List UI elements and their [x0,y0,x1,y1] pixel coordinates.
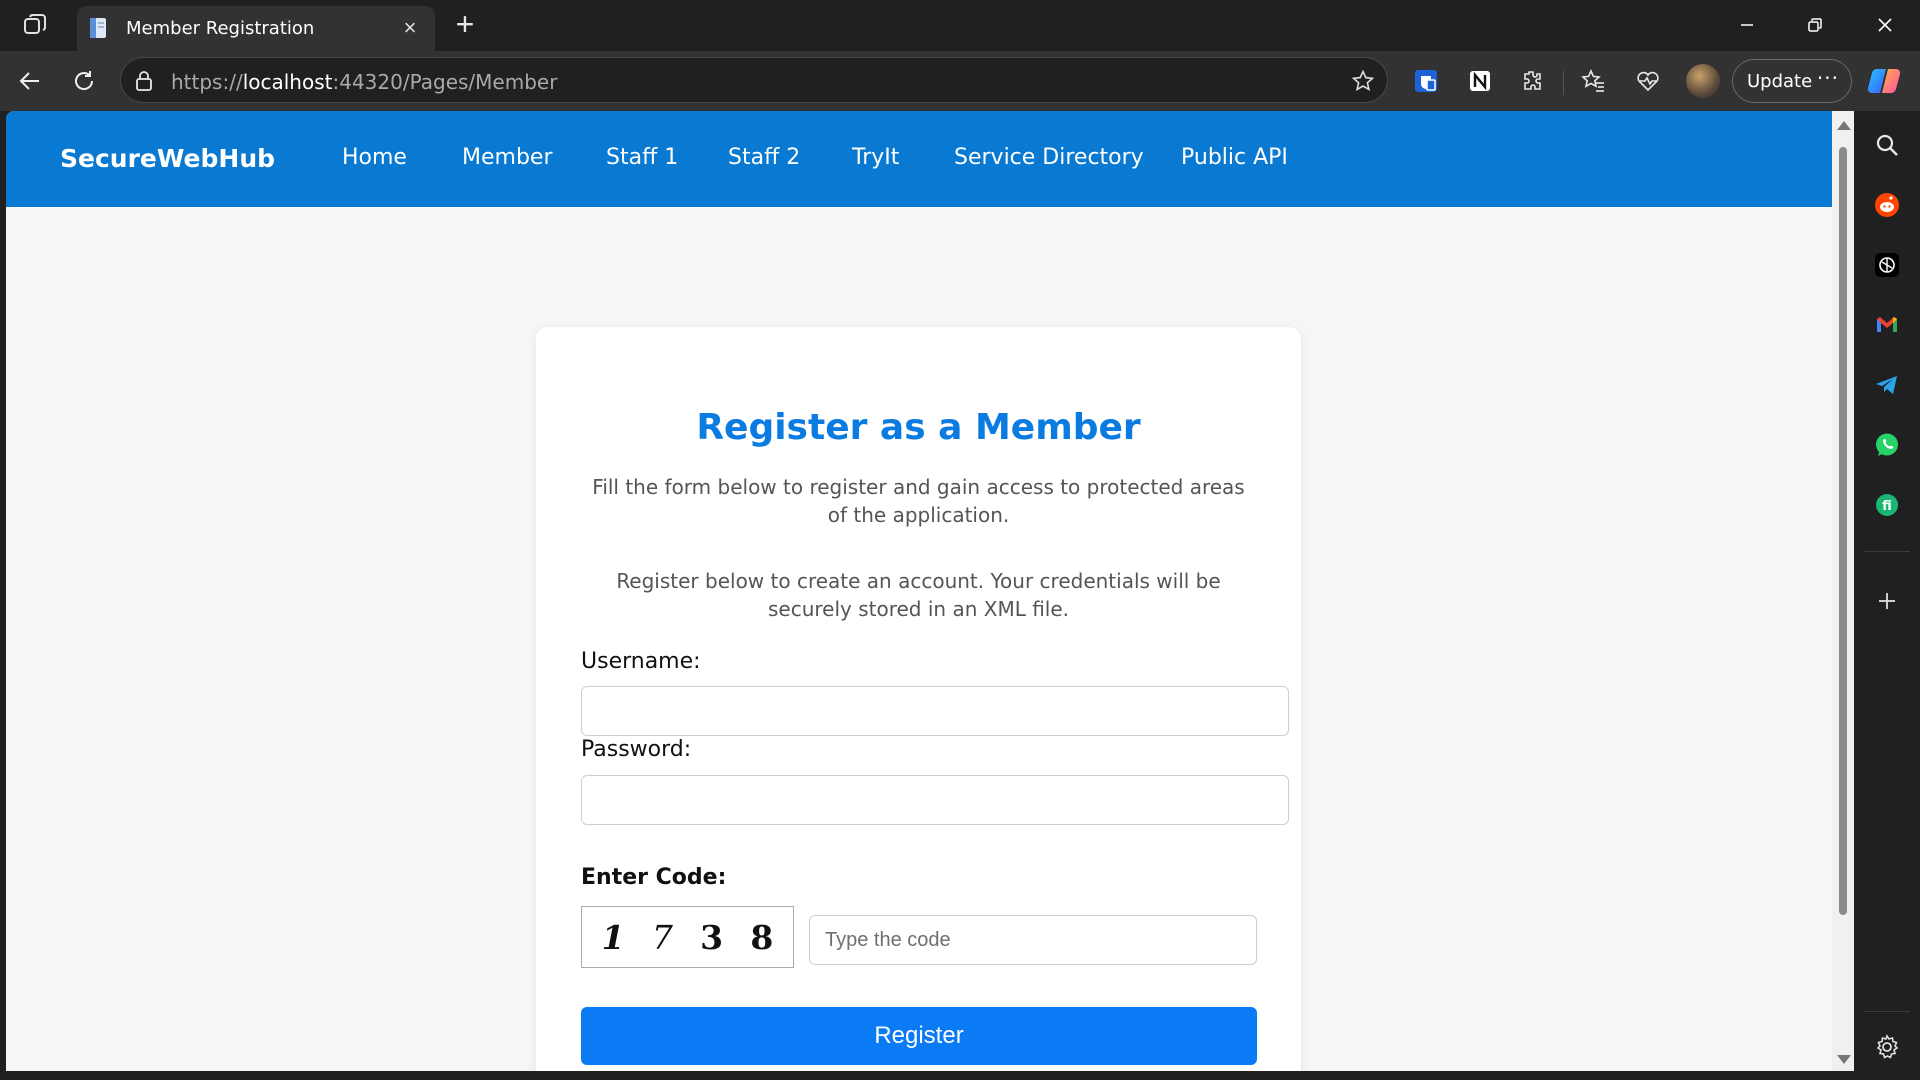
svg-text:fi: fi [1882,499,1892,514]
nav-service-directory[interactable]: Service Directory [954,145,1144,170]
username-input[interactable] [581,686,1289,736]
captcha-digit: 1 [601,917,625,957]
search-icon[interactable] [1871,129,1903,161]
extensions-icon[interactable] [1516,65,1548,97]
close-window-icon[interactable] [1862,6,1908,44]
captcha-image: 1 7 3 8 [581,906,794,968]
copilot-icon[interactable] [1866,63,1902,99]
captcha-digit: 3 [700,917,724,957]
nav-member[interactable]: Member [462,145,553,170]
minimize-icon[interactable] [1724,6,1770,44]
register-button[interactable]: Register [581,1007,1257,1065]
back-icon[interactable] [14,65,46,97]
page-scrollbar[interactable] [1832,111,1854,1071]
nav-home[interactable]: Home [342,145,407,170]
browser-toolbar: https://localhost:44320/Pages/Member Upd… [0,51,1920,111]
nav-staff-2[interactable]: Staff 2 [728,145,800,170]
page-title: Register as a Member [696,407,1141,448]
password-manager-icon[interactable] [1410,65,1442,97]
window-bottom-edge [0,1071,1854,1080]
password-input[interactable] [581,775,1289,825]
captcha-digit: 7 [651,917,673,957]
captcha-digit: 8 [750,917,774,957]
site-navbar: SecureWebHub Home Member Staff 1 Staff 2… [6,111,1832,207]
address-bar[interactable]: https://localhost:44320/Pages/Member [120,57,1388,103]
page-icon [87,16,111,40]
restore-icon[interactable] [1792,6,1838,44]
username-label: Username: [581,649,701,674]
favorites-icon[interactable] [1578,65,1610,97]
captcha-input[interactable] [809,915,1257,965]
nav-staff-1[interactable]: Staff 1 [606,145,678,170]
favorite-star-icon[interactable] [1351,69,1375,93]
more-options-icon[interactable]: ··· [1817,66,1839,90]
refresh-icon[interactable] [68,65,100,97]
fi-app-icon[interactable]: fi [1871,489,1903,521]
new-tab-icon[interactable]: + [450,8,480,40]
site-brand[interactable]: SecureWebHub [60,144,275,173]
add-sidebar-app-icon[interactable] [1871,585,1903,617]
registration-card: Register as a Member Fill the form below… [536,327,1301,1071]
storage-note: Register below to create an account. You… [616,569,1221,621]
whatsapp-icon[interactable] [1871,429,1903,461]
gmail-icon[interactable] [1871,309,1903,341]
code-label: Enter Code: [581,865,727,890]
settings-gear-icon[interactable] [1871,1031,1903,1063]
notion-icon[interactable] [1464,65,1496,97]
browser-sidebar: fi [1854,111,1920,1080]
form-description: Fill the form below to register and gain… [592,475,1245,527]
nav-public-api[interactable]: Public API [1181,145,1288,170]
browser-essentials-icon[interactable] [1632,65,1664,97]
scroll-up-icon[interactable] [1837,121,1851,130]
workspaces-icon[interactable] [20,10,50,40]
chatgpt-icon[interactable] [1871,249,1903,281]
nav-tryit[interactable]: TryIt [852,145,899,170]
close-tab-icon[interactable]: × [399,17,421,39]
tab-title: Member Registration [126,18,315,39]
browser-tab[interactable]: Member Registration × [77,6,435,51]
browser-titlebar: Member Registration × + [0,0,1920,51]
telegram-icon[interactable] [1871,369,1903,401]
update-button[interactable]: Update ··· [1732,59,1852,103]
url-text[interactable]: https://localhost:44320/Pages/Member [171,70,557,94]
scroll-down-icon[interactable] [1837,1055,1851,1064]
password-label: Password: [581,737,692,762]
scroll-thumb[interactable] [1839,147,1847,915]
reddit-icon[interactable] [1871,189,1903,221]
lock-icon[interactable] [133,70,155,92]
page-viewport: SecureWebHub Home Member Staff 1 Staff 2… [6,111,1832,1071]
profile-avatar[interactable] [1686,64,1720,98]
